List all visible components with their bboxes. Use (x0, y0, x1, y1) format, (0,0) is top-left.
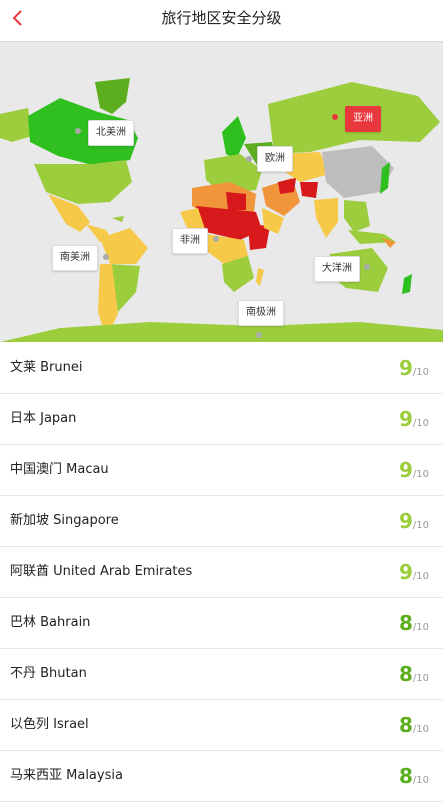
country-name: 马来西亚 Malaysia (10, 768, 123, 783)
map-alaska (0, 108, 32, 142)
top-bar: 旅行地区安全分级 (0, 0, 443, 42)
map-usa (34, 160, 132, 204)
safety-score: 9/10 (399, 557, 429, 587)
region-label-oceania[interactable]: 大洋洲 (314, 256, 360, 282)
score-max: /10 (412, 367, 429, 378)
country-name: 日本 Japan (10, 411, 77, 426)
map-pin-antarctica[interactable] (256, 332, 262, 338)
safety-score: 9/10 (399, 506, 429, 536)
page-title: 旅行地区安全分级 (161, 9, 282, 27)
country-name: 不丹 Bhutan (10, 666, 87, 681)
score-max: /10 (412, 418, 429, 429)
score-max: /10 (412, 622, 429, 633)
map-libya (226, 192, 246, 210)
score-value: 9 (398, 356, 413, 380)
country-name: 文莱 Brunei (10, 360, 83, 375)
map-pin-europe[interactable] (246, 156, 252, 162)
country-name: 阿联酋 United Arab Emirates (10, 564, 193, 579)
map-antarctica (0, 322, 443, 342)
map-pin-north-america[interactable] (75, 128, 81, 134)
region-label-europe[interactable]: 欧洲 (257, 146, 293, 172)
score-value: 9 (398, 458, 413, 482)
safety-score: 9/10 (399, 404, 429, 434)
country-row[interactable]: 文莱 Brunei 9/10 (0, 343, 443, 394)
safety-score: 8/10 (399, 710, 429, 740)
score-value: 8 (398, 611, 413, 635)
score-max: /10 (412, 571, 429, 582)
region-label-africa[interactable]: 非洲 (172, 228, 208, 254)
country-name: 新加坡 Singapore (10, 513, 119, 528)
map-pin-oceania[interactable] (364, 264, 370, 270)
score-value: 9 (398, 509, 413, 533)
country-row[interactable]: 中国澳门 Macau 9/10 (0, 445, 443, 496)
safety-score: 8/10 (399, 761, 429, 791)
score-value: 8 (398, 662, 413, 686)
country-row[interactable]: 巴林 Bahrain 8/10 (0, 598, 443, 649)
country-row[interactable]: 阿联酋 United Arab Emirates 9/10 (0, 547, 443, 598)
country-list: 文莱 Brunei 9/10 日本 Japan 9/10 中国澳门 Macau … (0, 343, 443, 802)
score-max: /10 (412, 469, 429, 480)
safety-score: 9/10 (399, 353, 429, 383)
country-row[interactable]: 日本 Japan 9/10 (0, 394, 443, 445)
country-row[interactable]: 不丹 Bhutan 8/10 (0, 649, 443, 700)
world-map[interactable]: 北美洲 欧洲 亚洲 非洲 南美洲 大洋洲 南极洲 (0, 42, 443, 342)
score-max: /10 (412, 673, 429, 684)
score-value: 8 (398, 713, 413, 737)
map-southeast-asia (344, 200, 370, 232)
score-max: /10 (412, 724, 429, 735)
map-caribbean (112, 216, 124, 222)
map-new-zealand (402, 274, 412, 294)
safety-score: 9/10 (399, 455, 429, 485)
map-scandinavia (222, 116, 246, 160)
map-pin-africa[interactable] (213, 236, 219, 242)
region-label-north-america[interactable]: 北美洲 (88, 120, 134, 146)
map-afghanistan (300, 182, 318, 198)
country-row[interactable]: 新加坡 Singapore 9/10 (0, 496, 443, 547)
map-madagascar (256, 268, 264, 286)
map-pin-asia[interactable] (332, 114, 338, 120)
score-value: 9 (398, 560, 413, 584)
map-pin-south-america[interactable] (103, 254, 109, 260)
score-value: 8 (398, 764, 413, 788)
country-name: 巴林 Bahrain (10, 615, 91, 630)
safety-score: 8/10 (399, 659, 429, 689)
score-value: 9 (398, 407, 413, 431)
map-india (314, 198, 338, 238)
world-map-graphic (0, 78, 443, 342)
country-name: 中国澳门 Macau (10, 462, 109, 477)
country-row[interactable]: 以色列 Israel 8/10 (0, 700, 443, 751)
safety-score: 8/10 (399, 608, 429, 638)
country-name: 以色列 Israel (10, 717, 89, 732)
region-label-asia[interactable]: 亚洲 (345, 106, 381, 132)
score-max: /10 (412, 520, 429, 531)
region-label-antarctica[interactable]: 南极洲 (238, 300, 284, 326)
map-greenland (95, 78, 130, 114)
map-syria-iraq (278, 178, 296, 194)
region-label-south-america[interactable]: 南美洲 (52, 245, 98, 271)
